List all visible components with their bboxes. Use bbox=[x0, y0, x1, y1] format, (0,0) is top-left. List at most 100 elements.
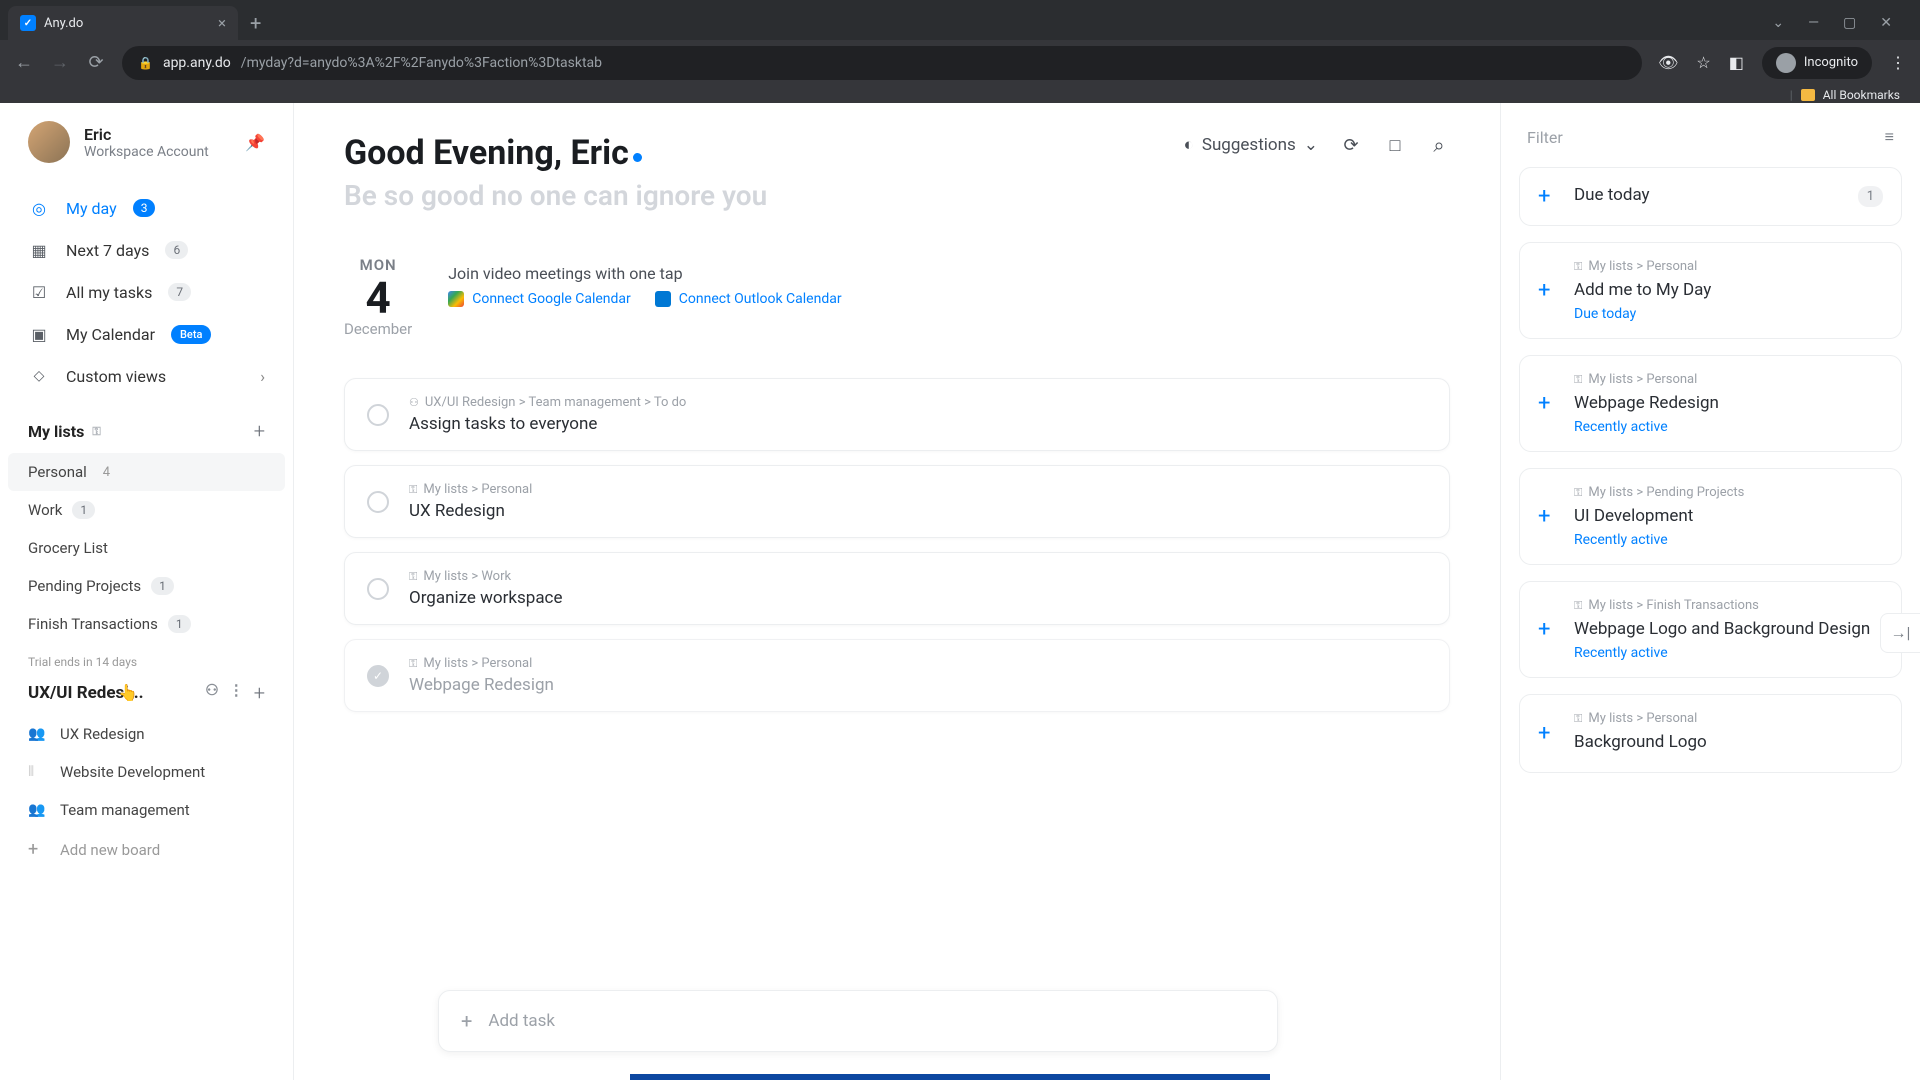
workspace-heading[interactable]: UX/UI Redesi... ⚇ ⋮ + bbox=[0, 675, 293, 715]
connect-outlook-button[interactable]: Connect Outlook Calendar bbox=[655, 291, 842, 307]
browser-tab[interactable]: Any.do × bbox=[8, 6, 238, 40]
list-item-grocery[interactable]: Grocery List bbox=[0, 529, 293, 567]
filter-label[interactable]: Filter bbox=[1527, 128, 1563, 147]
plus-icon: + bbox=[461, 1009, 472, 1033]
suggestion-count: 1 bbox=[1858, 186, 1883, 207]
filter-icon[interactable] bbox=[1885, 127, 1894, 147]
suggestion-title: Due today bbox=[1574, 185, 1842, 205]
nav-all-tasks[interactable]: All my tasks 7 bbox=[0, 271, 293, 313]
forward-button[interactable]: → bbox=[50, 52, 70, 73]
task-card[interactable]: UX/UI Redesign > Team management > To do… bbox=[344, 378, 1450, 451]
add-suggestion-icon[interactable]: + bbox=[1538, 721, 1558, 746]
tab-bar: Any.do × + ⌄ — ▢ ✕ bbox=[0, 0, 1920, 40]
add-suggestion-icon[interactable]: + bbox=[1538, 278, 1558, 303]
list-item-pending-projects[interactable]: Pending Projects 1 bbox=[0, 567, 293, 605]
lock-icon bbox=[1574, 372, 1582, 387]
nav-my-day[interactable]: My day 3 bbox=[0, 187, 293, 229]
task-title: Webpage Redesign bbox=[409, 675, 554, 695]
pin-icon[interactable]: 📌 bbox=[245, 133, 265, 152]
target-icon bbox=[28, 197, 50, 219]
task-checkbox[interactable] bbox=[367, 404, 389, 426]
kebab-menu-icon[interactable]: ⋮ bbox=[1890, 53, 1906, 72]
url-input[interactable]: 🔒 app.any.do/myday?d=anydo%3A%2F%2Fanydo… bbox=[122, 46, 1642, 80]
nav-label: My Calendar bbox=[66, 325, 155, 344]
nav-next-7-days[interactable]: Next 7 days 6 bbox=[0, 229, 293, 271]
suggestion-card-due-today[interactable]: + Due today 1 bbox=[1519, 167, 1902, 226]
more-icon[interactable]: ⋮ bbox=[229, 681, 244, 705]
connect-links: Connect Google Calendar Connect Outlook … bbox=[448, 291, 841, 307]
task-body: My lists > Personal Webpage Redesign bbox=[409, 656, 554, 695]
board-website-dev[interactable]: ⦀ Website Development bbox=[0, 753, 293, 791]
minimize-icon[interactable]: — bbox=[1808, 15, 1819, 31]
header-actions: Suggestions ⌄ bbox=[1184, 133, 1450, 157]
suggestion-card[interactable]: + My lists > Personal Background Logo bbox=[1519, 694, 1902, 773]
window-controls: ⌄ — ▢ ✕ bbox=[1772, 15, 1912, 31]
toolbar-right: 👁 ☆ ◧ Incognito ⋮ bbox=[1658, 47, 1906, 79]
suggestion-title: Webpage Redesign bbox=[1574, 393, 1883, 413]
suggestion-card[interactable]: + My lists > Personal Webpage Redesign R… bbox=[1519, 355, 1902, 452]
suggestion-body: My lists > Pending Projects UI Developme… bbox=[1574, 485, 1883, 548]
suggestion-card[interactable]: + My lists > Finish Transactions Webpage… bbox=[1519, 581, 1902, 678]
suggestion-meta: Recently active bbox=[1574, 419, 1883, 435]
members-icon[interactable]: ⚇ bbox=[205, 681, 218, 705]
new-tab-button[interactable]: + bbox=[250, 11, 261, 35]
suggestion-card[interactable]: + My lists > Pending Projects UI Develop… bbox=[1519, 468, 1902, 565]
calendar2-icon: ▣ bbox=[28, 323, 50, 345]
address-bar: ← → ⟳ 🔒 app.any.do/myday?d=anydo%3A%2F%2… bbox=[0, 40, 1920, 85]
list-item-finish-transactions[interactable]: Finish Transactions 1 bbox=[0, 605, 293, 643]
all-bookmarks-button[interactable]: All Bookmarks bbox=[1823, 88, 1900, 102]
list-item-personal[interactable]: Personal 4 bbox=[8, 453, 285, 491]
connect-google-button[interactable]: Connect Google Calendar bbox=[448, 291, 631, 307]
search-icon[interactable] bbox=[1428, 133, 1450, 157]
nav-my-calendar[interactable]: ▣ My Calendar Beta bbox=[0, 313, 293, 355]
calendar-icon bbox=[28, 239, 50, 261]
task-breadcrumb: My lists > Personal bbox=[409, 656, 554, 671]
refresh-icon[interactable] bbox=[1340, 135, 1362, 156]
add-workspace-button[interactable]: + bbox=[254, 681, 265, 705]
suggestion-card[interactable]: + My lists > Personal Add me to My Day D… bbox=[1519, 242, 1902, 339]
collapse-panel-button[interactable]: →| bbox=[1880, 613, 1920, 653]
add-list-button[interactable]: + bbox=[254, 419, 265, 443]
add-suggestion-icon[interactable]: + bbox=[1538, 617, 1558, 642]
task-card-completed[interactable]: My lists > Personal Webpage Redesign bbox=[344, 639, 1450, 712]
close-window-icon[interactable]: ✕ bbox=[1880, 15, 1892, 31]
eye-off-icon[interactable]: 👁 bbox=[1658, 53, 1678, 72]
back-button[interactable]: ← bbox=[14, 52, 34, 73]
profile-block[interactable]: Eric Workspace Account 📌 bbox=[0, 121, 293, 183]
task-card[interactable]: My lists > Work Organize workspace bbox=[344, 552, 1450, 625]
task-checkbox[interactable] bbox=[367, 578, 389, 600]
add-suggestion-icon[interactable]: + bbox=[1538, 504, 1558, 529]
incognito-badge[interactable]: Incognito bbox=[1762, 47, 1872, 79]
board-team-mgmt[interactable]: 👥 Team management bbox=[0, 791, 293, 829]
suggestion-body: Due today bbox=[1574, 185, 1842, 209]
board-ux-redesign[interactable]: 👥 UX Redesign bbox=[0, 715, 293, 753]
task-title: Organize workspace bbox=[409, 588, 562, 608]
task-checkbox[interactable] bbox=[367, 491, 389, 513]
incognito-icon bbox=[1776, 53, 1796, 73]
add-task-input[interactable]: + Add task bbox=[438, 990, 1278, 1052]
suggestions-button[interactable]: Suggestions ⌄ bbox=[1184, 135, 1318, 155]
list-label: Personal bbox=[28, 463, 87, 481]
bookmark-star-icon[interactable]: ☆ bbox=[1696, 53, 1710, 72]
connect-outlook-label: Connect Outlook Calendar bbox=[679, 291, 842, 307]
lock-icon bbox=[1574, 259, 1582, 274]
task-card[interactable]: My lists > Personal UX Redesign bbox=[344, 465, 1450, 538]
app-root: Eric Workspace Account 📌 My day 3 Next 7… bbox=[0, 103, 1920, 1080]
add-board-button[interactable]: + Add new board bbox=[0, 829, 293, 870]
badge-count: 6 bbox=[165, 241, 188, 259]
task-checkbox-checked[interactable] bbox=[367, 665, 389, 687]
list-count: 4 bbox=[103, 465, 110, 480]
panel-icon[interactable]: ◧ bbox=[1729, 53, 1744, 72]
board-icon: 👥 bbox=[28, 802, 46, 818]
suggestion-crumb: My lists > Personal bbox=[1574, 372, 1883, 387]
reload-button[interactable]: ⟳ bbox=[86, 52, 106, 73]
maximize-icon[interactable]: ▢ bbox=[1843, 15, 1856, 31]
nav-custom-views[interactable]: Custom views › bbox=[0, 355, 293, 397]
window-dropdown-icon[interactable]: ⌄ bbox=[1772, 15, 1784, 31]
fullscreen-icon[interactable] bbox=[1384, 135, 1406, 156]
close-tab-icon[interactable]: × bbox=[218, 14, 226, 32]
bookmarks-bar: | All Bookmarks bbox=[0, 85, 1920, 103]
add-suggestion-icon[interactable]: + bbox=[1538, 391, 1558, 416]
list-item-work[interactable]: Work 1 bbox=[0, 491, 293, 529]
add-suggestion-icon[interactable]: + bbox=[1538, 184, 1558, 209]
